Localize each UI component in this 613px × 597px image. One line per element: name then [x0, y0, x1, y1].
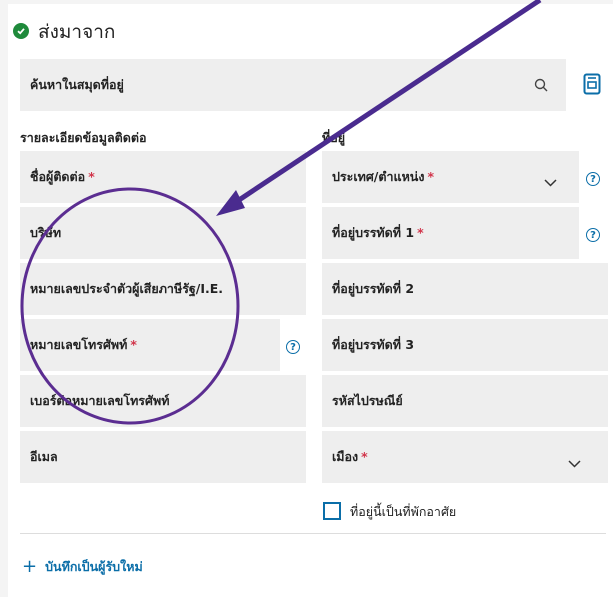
email-label: อีเมล: [30, 449, 58, 464]
required-marker: *: [361, 449, 368, 464]
phone-label: หมายเลขโทรศัพท์: [30, 337, 128, 352]
residential-checkbox[interactable]: [323, 502, 341, 520]
address-line-2-field[interactable]: ที่อยู่บรรทัดที่ 2: [322, 263, 608, 315]
residential-checkbox-label: ที่อยู่นี้เป็นที่พักอาศัย: [350, 504, 457, 519]
contact-name-label: ชื่อผู้ติดต่อ: [30, 169, 86, 184]
email-field[interactable]: อีเมล: [20, 431, 306, 483]
address-line-3-field[interactable]: ที่อยู่บรรทัดที่ 3: [322, 319, 608, 371]
address-line-1-field[interactable]: ที่อยู่บรรทัดที่ 1 *: [322, 207, 579, 259]
address-book-icon[interactable]: [583, 73, 601, 99]
city-label: เมือง: [332, 449, 359, 464]
tax-id-label: หมายเลขประจำตัวผู้เสียภาษีรัฐ/I.E.: [30, 281, 224, 296]
address-line-1-label: ที่อยู่บรรทัดที่ 1: [332, 225, 415, 240]
required-marker: *: [88, 169, 95, 184]
address-line-3-label: ที่อยู่บรรทัดที่ 3: [332, 337, 415, 352]
phone-extension-label: เบอร์ต่อหมายเลขโทรศัพท์: [30, 393, 170, 408]
address-line-1-help-icon[interactable]: ?: [586, 228, 600, 242]
check-circle-icon: [13, 23, 29, 39]
search-placeholder: ค้นหาในสมุดที่อยู่: [30, 77, 124, 92]
address-book-search[interactable]: ค้นหาในสมุดที่อยู่: [20, 59, 566, 111]
city-select[interactable]: เมือง *: [322, 431, 608, 483]
company-field[interactable]: บริษัท: [20, 207, 306, 259]
save-new-recipient-link[interactable]: + บันทึกเป็นผู้รับใหม่: [22, 557, 143, 577]
postal-code-field[interactable]: รหัสไปรษณีย์: [322, 375, 608, 427]
save-new-recipient-label: บันทึกเป็นผู้รับใหม่: [45, 559, 143, 574]
phone-field[interactable]: หมายเลขโทรศัพท์ *: [20, 319, 280, 371]
chevron-down-icon: [544, 172, 557, 191]
search-icon[interactable]: [534, 77, 548, 96]
chevron-down-icon: [568, 453, 581, 472]
plus-icon: +: [22, 556, 38, 577]
tax-id-field[interactable]: หมายเลขประจำตัวผู้เสียภาษีรัฐ/I.E.: [20, 263, 306, 315]
required-marker: *: [427, 169, 435, 184]
address-line-2-label: ที่อยู่บรรทัดที่ 2: [332, 281, 415, 296]
phone-help-icon[interactable]: ?: [286, 340, 300, 354]
country-label: ประเทศ/ตำแหน่ง: [332, 169, 425, 184]
country-help-icon[interactable]: ?: [586, 172, 600, 186]
country-select[interactable]: ประเทศ/ตำแหน่ง *: [322, 151, 579, 203]
page-title: ส่งมาจาก: [38, 21, 116, 43]
required-marker: *: [130, 337, 137, 352]
divider: [20, 533, 606, 534]
company-label: บริษัท: [30, 225, 62, 240]
required-marker: *: [417, 225, 424, 240]
contact-section-label: รายละเอียดข้อมูลติดต่อ: [20, 130, 147, 145]
phone-extension-field[interactable]: เบอร์ต่อหมายเลขโทรศัพท์: [20, 375, 306, 427]
address-section-label: ที่อยู่: [322, 130, 346, 145]
contact-name-field[interactable]: ชื่อผู้ติดต่อ *: [20, 151, 306, 203]
postal-code-label: รหัสไปรษณีย์: [332, 393, 403, 408]
